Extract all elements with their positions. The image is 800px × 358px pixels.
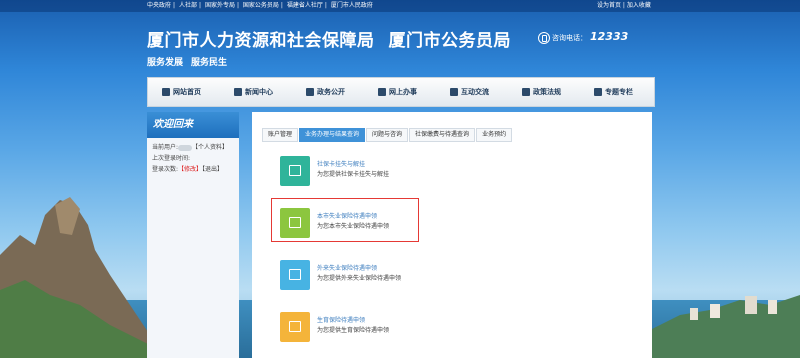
rock-cliff-illustration: [0, 197, 150, 358]
last-login-label: 上次登录时间:: [152, 155, 191, 162]
nav-interaction[interactable]: 互动交流: [450, 78, 489, 106]
nav-home[interactable]: 网站首页: [162, 78, 201, 106]
chat-icon: [450, 88, 458, 96]
hotline-number: 12333: [590, 30, 629, 43]
site-header: 厦门市人力资源和社会保障局 厦门市公务员局 服务发展 服务民生: [147, 26, 511, 68]
service-desc: 为您提供外来失业保险待遇申领: [317, 275, 402, 282]
main-nav: 网站首页 新闻中心 政务公开 网上办事 互动交流 政策法规 专题专栏: [147, 77, 655, 107]
top-link-scs[interactable]: 国家公务员局: [243, 2, 279, 9]
service-item-nonlocal-unemployment[interactable]: 外来失业保险待遇申领 为您提供外来失业保险待遇申领: [280, 260, 620, 294]
top-link-bar: 中央政府 | 人社部 | 国家外专局 | 国家公务员局 | 福建省人社厅 | 厦门市人民政…: [0, 0, 800, 12]
service-name[interactable]: 外来失业保险待遇申领: [317, 263, 377, 272]
current-user-label: 当前用户:: [152, 144, 179, 151]
tab-social-security-query[interactable]: 社保缴费与待遇查询: [409, 128, 476, 142]
title-hrss: 厦门市人力资源和社会保障局: [147, 31, 375, 51]
hotline-label: 咨询电话：: [552, 34, 587, 42]
service-desc: 为您提供社保卡挂失与解挂: [317, 171, 390, 178]
top-link-safea[interactable]: 国家外专局: [205, 2, 235, 9]
nav-online-services[interactable]: 网上办事: [378, 78, 417, 106]
service-item-card-loss[interactable]: 社保卡挂失与解挂 为您提供社保卡挂失与解挂: [280, 156, 620, 190]
hotline: 咨询电话： 12333: [538, 30, 628, 44]
phone-icon: [538, 32, 550, 44]
eye-icon: [234, 88, 242, 96]
book-icon: [522, 88, 530, 96]
service-name[interactable]: 生育保险待遇申领: [317, 315, 365, 324]
service-desc: 为您提供生育保险待遇申领: [317, 327, 390, 334]
change-password-link[interactable]: 【修改】: [178, 166, 202, 173]
title-civil-service: 厦门市公务员局: [388, 31, 511, 51]
document-icon: [306, 88, 314, 96]
family-icon: [280, 312, 310, 342]
coastline-illustration: [650, 295, 800, 358]
file-icon: [280, 260, 310, 290]
top-link-central-gov[interactable]: 中央政府: [147, 2, 171, 9]
highlight-box: [271, 198, 419, 242]
tab-appointment[interactable]: 业务预约: [476, 128, 513, 142]
logout-link[interactable]: 【退出】: [202, 166, 223, 173]
user-info: 当前用户: 【个人资料】 上次登录时间: 登录次数:【修改】【退出】: [147, 138, 239, 179]
home-icon: [162, 88, 170, 96]
login-count-label: 登录次数:: [152, 166, 179, 173]
welcome-banner: 欢迎回来: [147, 112, 239, 138]
monitor-icon: [378, 88, 386, 96]
service-item-maternity[interactable]: 生育保险待遇申领 为您提供生育保险待遇申领: [280, 312, 620, 346]
profile-link[interactable]: 【个人资料】: [192, 144, 228, 151]
top-links: 中央政府 | 人社部 | 国家外专局 | 国家公务员局 | 福建省人社厅 | 厦门市人民政…: [147, 2, 373, 9]
nav-gov-affairs[interactable]: 政务公开: [306, 78, 345, 106]
tab-business-handling[interactable]: 业务办理与结果查询: [299, 128, 366, 142]
username-redacted: [178, 144, 193, 151]
top-link-fujian-hrss[interactable]: 福建省人社厅: [287, 2, 323, 9]
top-link-mohrss[interactable]: 人社部: [179, 2, 197, 9]
nav-special-topics[interactable]: 专题专栏: [594, 78, 633, 106]
tab-questions[interactable]: 问题与咨询: [366, 128, 409, 142]
user-sidebar: 欢迎回来 当前用户: 【个人资料】 上次登录时间: 登录次数:【修改】【退出】: [147, 112, 239, 358]
top-link-xiamen-gov[interactable]: 厦门市人民政府: [331, 2, 373, 9]
service-name[interactable]: 社保卡挂失与解挂: [317, 159, 365, 168]
tab-account-management[interactable]: 账户管理: [262, 128, 299, 142]
nav-policies[interactable]: 政策法规: [522, 78, 561, 106]
service-tabs: 账户管理 业务办理与结果查询 问题与咨询 社保缴费与待遇查询 业务预约: [262, 128, 513, 142]
nav-news[interactable]: 新闻中心: [234, 78, 273, 106]
star-icon: [594, 88, 602, 96]
site-slogan: 服务发展 服务民生: [147, 58, 228, 68]
homepage-favorite-links[interactable]: 设为首页 | 加入收藏: [597, 0, 651, 12]
briefcase-icon: [280, 156, 310, 186]
site-title: 厦门市人力资源和社会保障局 厦门市公务员局: [147, 26, 511, 51]
